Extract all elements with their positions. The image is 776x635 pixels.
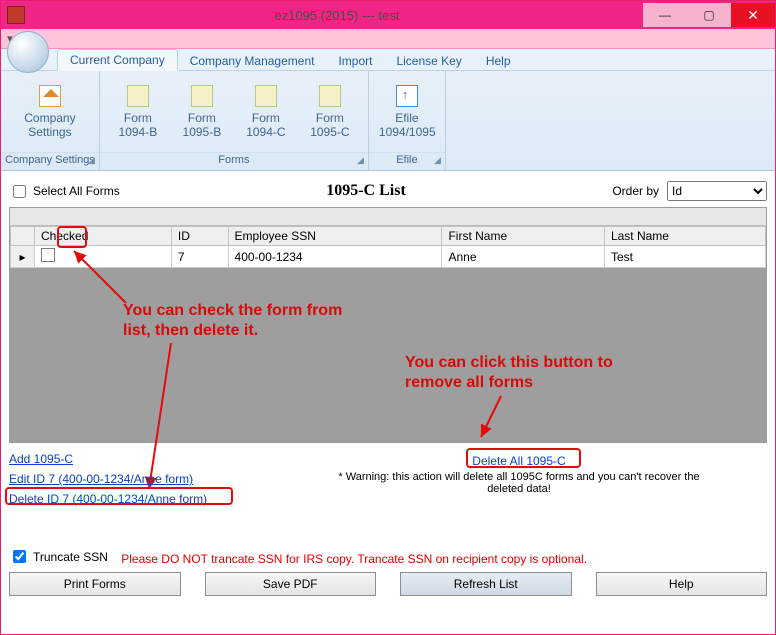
select-all-label: Select All Forms (33, 184, 120, 198)
delete-form-link[interactable]: Delete ID 7 (400-00-1234/Anne form) (9, 492, 207, 506)
minimize-button[interactable]: — (643, 3, 687, 27)
truncate-ssn-note: Please DO NOT trancate SSN for IRS copy.… (121, 552, 587, 566)
row-checkbox[interactable] (41, 248, 55, 262)
select-all-checkbox-input[interactable] (13, 185, 26, 198)
select-all-checkbox[interactable]: Select All Forms (9, 182, 120, 201)
delete-all-warning: * Warning: this action will delete all 1… (329, 471, 709, 495)
document-icon (319, 85, 341, 107)
ribbon-group-caption: Efile◢ (369, 152, 445, 170)
tab-current-company[interactable]: Current Company (57, 49, 178, 71)
ribbon: Company Settings Company Settings◢ Form 10… (1, 71, 775, 171)
ribbon-item-label: Form 1094-B (110, 111, 166, 139)
app-orb-button[interactable] (7, 31, 49, 73)
ribbon-form-1095-b[interactable]: Form 1095-B (174, 85, 230, 139)
print-forms-button[interactable]: Print Forms (9, 572, 181, 596)
dialog-launcher-icon[interactable]: ◢ (88, 155, 95, 166)
ribbon-item-label: Efile 1094/1095 (379, 111, 435, 139)
maximize-button[interactable]: ▢ (687, 3, 731, 27)
tab-import[interactable]: Import (326, 51, 384, 71)
document-icon (255, 85, 277, 107)
titlebar: ez1095 (2015) --- test — ▢ ✕ (1, 1, 775, 29)
ribbon-form-1094-c[interactable]: Form 1094-C (238, 85, 294, 139)
ribbon-group-caption: Forms◢ (100, 152, 368, 170)
help-button[interactable]: Help (596, 572, 768, 596)
arrow-up-icon (396, 85, 418, 107)
ribbon-item-label: Form 1095-B (174, 111, 230, 139)
ribbon-form-1094-b[interactable]: Form 1094-B (110, 85, 166, 139)
truncate-ssn-label: Truncate SSN (33, 550, 108, 564)
cell-first: Anne (442, 246, 604, 268)
dialog-launcher-icon[interactable]: ◢ (434, 155, 441, 166)
cell-id: 7 (171, 246, 228, 268)
document-icon (191, 85, 213, 107)
tab-company-management[interactable]: Company Management (178, 51, 327, 71)
ribbon-efile-1094-1095[interactable]: Efile 1094/1095 (379, 85, 435, 139)
window-title: ez1095 (2015) --- test (31, 8, 643, 23)
close-button[interactable]: ✕ (731, 3, 775, 27)
column-id[interactable]: ID (171, 227, 228, 246)
cell-ssn: 400-00-1234 (228, 246, 442, 268)
column-employee-ssn[interactable]: Employee SSN (228, 227, 442, 246)
quick-access-toolbar: ▾ (1, 29, 775, 49)
refresh-list-button[interactable]: Refresh List (400, 572, 572, 596)
truncate-ssn-input[interactable] (13, 550, 26, 563)
ribbon-item-label: Form 1095-C (302, 111, 358, 139)
edit-form-link[interactable]: Edit ID 7 (400-00-1234/Anne form) (9, 472, 193, 486)
add-1095c-link[interactable]: Add 1095-C (9, 452, 73, 466)
ribbon-form-1095-c[interactable]: Form 1095-C (302, 85, 358, 139)
table-row[interactable]: ▸ 7400-00-1234AnneTest (11, 246, 766, 268)
column-last-name[interactable]: Last Name (604, 227, 765, 246)
ribbon-company-settings[interactable]: Company Settings (22, 85, 78, 139)
home-icon (39, 85, 61, 107)
ribbon-group-caption: Company Settings◢ (1, 152, 99, 170)
app-icon (7, 6, 25, 24)
dialog-launcher-icon[interactable]: ◢ (357, 155, 364, 166)
grid[interactable]: CheckedIDEmployee SSNFirst NameLast Name… (9, 207, 767, 443)
list-title: 1095-C List (128, 182, 605, 200)
row-selector-icon[interactable]: ▸ (11, 246, 35, 268)
document-icon (127, 85, 149, 107)
order-by-select[interactable]: Id (667, 181, 767, 201)
delete-all-link[interactable]: Delete All 1095-C (472, 454, 565, 468)
cell-last: Test (604, 246, 765, 268)
tab-help[interactable]: Help (474, 51, 523, 71)
ribbon-tab-row: Current CompanyCompany ManagementImportL… (1, 49, 775, 71)
tab-license-key[interactable]: License Key (384, 51, 473, 71)
ribbon-item-label: Form 1094-C (238, 111, 294, 139)
ribbon-item-label: Company Settings (22, 111, 78, 139)
truncate-ssn-checkbox[interactable]: Truncate SSN (9, 547, 108, 566)
column-first-name[interactable]: First Name (442, 227, 604, 246)
column-checked[interactable]: Checked (35, 227, 172, 246)
order-by-label: Order by (612, 184, 659, 198)
save-pdf-button[interactable]: Save PDF (205, 572, 377, 596)
